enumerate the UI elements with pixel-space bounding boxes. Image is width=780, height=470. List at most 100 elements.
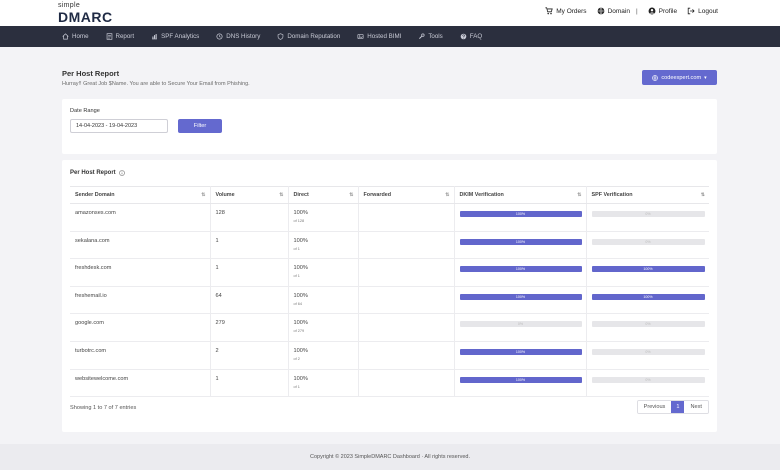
direct-count: of 1: [293, 384, 300, 389]
next-page-button[interactable]: Next: [684, 401, 708, 413]
table-row[interactable]: freshemail.io 64 100% of 64 100% 100%: [70, 286, 709, 315]
logout-link[interactable]: Logout: [687, 7, 718, 15]
analytics-icon: [151, 33, 158, 40]
top-links: My Orders Domain | Profile Logout: [535, 7, 718, 15]
dkim-progress-bar: 100%: [459, 238, 582, 245]
cell-forwarded: [358, 203, 455, 232]
nav-report-label: Report: [115, 33, 135, 40]
cell-volume: 279: [210, 313, 289, 342]
cell-direct: 100% of 1: [288, 231, 359, 260]
nav-spf-analytics[interactable]: SPF Analytics: [151, 33, 199, 40]
date-range-input[interactable]: 14-04-2023 - 19-04-2023: [70, 119, 168, 133]
table-row[interactable]: turbotrc.com 2 100% of 2 100% 0%: [70, 341, 709, 370]
entries-info: Showing 1 to 7 of 7 entries: [70, 405, 137, 411]
nav-hosted-bimi[interactable]: Hosted BIMI: [357, 33, 401, 40]
cell-forwarded: [358, 258, 455, 287]
progress-label: 100%: [515, 377, 526, 382]
direct-percent: 100%: [293, 265, 308, 272]
sort-icon: ⇅: [349, 192, 354, 198]
spf-progress-bar: 0%: [591, 238, 705, 245]
nav-domain-reputation-label: Domain Reputation: [287, 33, 341, 40]
cell-forwarded: [358, 369, 455, 398]
faq-icon: [460, 33, 467, 40]
spf-progress-bar: 100%: [591, 266, 705, 273]
my-orders-link[interactable]: My Orders: [545, 7, 587, 15]
nav-faq[interactable]: FAQ: [460, 33, 482, 40]
progress-label: 0%: [645, 239, 651, 244]
sort-icon: ⇅: [279, 192, 284, 198]
col-header-dkim[interactable]: DKIM Verification ⇅: [454, 186, 587, 204]
chevron-down-icon: ▾: [704, 74, 707, 81]
logout-icon: [687, 7, 695, 15]
col-header-volume[interactable]: Volume ⇅: [210, 186, 289, 204]
col-header-spf[interactable]: SPF Verification ⇅: [586, 186, 709, 204]
col-header-direct[interactable]: Direct ⇅: [288, 186, 359, 204]
table-row[interactable]: google.com 279 100% of 279 0% 0%: [70, 313, 709, 342]
page-title: Per Host Report: [62, 69, 120, 78]
main-nav: Home Report SPF Analytics DNS History Do…: [0, 26, 780, 47]
cell-dkim: 100%: [454, 231, 587, 260]
cell-domain: sekalana.com: [70, 231, 211, 260]
col-header-label: Direct: [293, 192, 309, 198]
progress-label: 100%: [515, 294, 526, 299]
cell-volume: 128: [210, 203, 289, 232]
info-icon[interactable]: [118, 170, 125, 176]
dkim-progress-bar: 100%: [459, 348, 582, 355]
cell-domain: turbotrc.com: [70, 341, 211, 370]
table-row[interactable]: amazonses.com 128 100% of 128 100% 0%: [70, 203, 709, 232]
reputation-icon: [277, 33, 284, 40]
nav-dns-history[interactable]: DNS History: [216, 33, 260, 40]
col-header-label: DKIM Verification: [459, 192, 504, 198]
dkim-progress-bar: 0%: [459, 321, 582, 328]
nav-dns-history-label: DNS History: [226, 33, 261, 40]
nav-tools[interactable]: Tools: [418, 33, 443, 40]
cell-domain: freshemail.io: [70, 286, 211, 315]
progress-label: 0%: [645, 322, 651, 327]
globe-icon: [652, 74, 659, 81]
cell-forwarded: [358, 341, 455, 370]
nav-home[interactable]: Home: [62, 33, 89, 40]
logo-big-text: DMARC: [58, 9, 113, 25]
col-header-label: Forwarded: [363, 192, 392, 198]
cell-domain: amazonses.com: [70, 203, 211, 232]
my-orders-label: My Orders: [556, 7, 587, 15]
nav-domain-reputation[interactable]: Domain Reputation: [277, 33, 340, 40]
progress-label: 100%: [515, 349, 526, 354]
dkim-progress-bar: 100%: [459, 376, 582, 383]
profile-link[interactable]: Profile: [648, 7, 677, 15]
page-1-button[interactable]: 1: [671, 401, 685, 413]
direct-count: of 2: [293, 356, 300, 361]
progress-label: 100%: [643, 267, 653, 272]
user-icon: [648, 7, 656, 15]
direct-percent: 100%: [293, 375, 308, 382]
dkim-progress-bar: 100%: [459, 293, 582, 300]
col-header-sender-domain[interactable]: Sender Domain ⇅: [70, 186, 211, 204]
progress-label: 0%: [645, 377, 651, 382]
nav-hosted-bimi-label: Hosted BIMI: [367, 33, 402, 40]
table-body: amazonses.com 128 100% of 128 100% 0% sek…: [70, 203, 709, 398]
cell-spf: 0%: [586, 203, 709, 232]
table-row[interactable]: websitewelcome.com 1 100% of 1 100% 0%: [70, 369, 709, 398]
home-icon: [62, 33, 69, 40]
previous-page-button[interactable]: Previous: [637, 401, 672, 413]
domain-link[interactable]: Domain |: [597, 7, 638, 15]
cell-spf: 100%: [586, 258, 709, 287]
cell-spf: 100%: [586, 286, 709, 315]
sort-icon: ⇅: [201, 192, 206, 198]
domain-select-button[interactable]: codeexpert.com ▾: [642, 70, 717, 85]
table-row[interactable]: freshdesk.com 1 100% of 1 100% 100%: [70, 258, 709, 287]
filter-button[interactable]: Filter: [178, 119, 222, 133]
cell-forwarded: [358, 231, 455, 260]
domain-select-label: codeexpert.com: [661, 74, 702, 81]
logo[interactable]: simple DMARC: [58, 2, 113, 24]
spf-progress-bar: 100%: [591, 293, 705, 300]
progress-label: 0%: [645, 212, 651, 216]
spf-progress-bar: 0%: [591, 376, 705, 383]
col-header-forwarded[interactable]: Forwarded ⇅: [358, 186, 455, 204]
sort-icon: ⇅: [445, 192, 450, 198]
nav-report[interactable]: Report: [106, 33, 135, 40]
bimi-icon: [357, 33, 364, 40]
nav-home-label: Home: [72, 33, 89, 40]
dkim-progress-bar: 100%: [459, 211, 582, 217]
table-row[interactable]: sekalana.com 1 100% of 1 100% 0%: [70, 231, 709, 260]
